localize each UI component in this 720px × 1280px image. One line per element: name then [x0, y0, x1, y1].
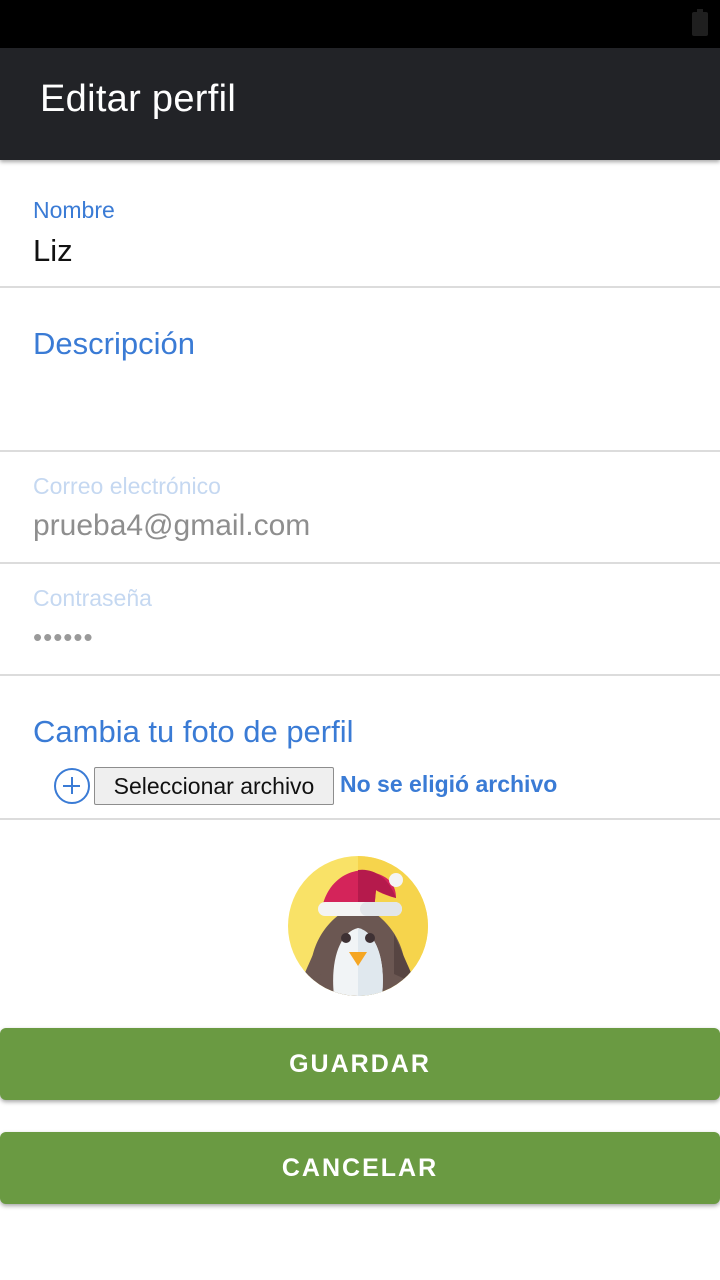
- photo-label: Cambia tu foto de perfil: [33, 714, 354, 749]
- name-field[interactable]: Nombre Liz: [0, 160, 720, 288]
- photo-upload-section: Cambia tu foto de perfil Seleccionar arc…: [0, 676, 720, 820]
- select-file-button[interactable]: Seleccionar archivo: [94, 767, 334, 805]
- name-label: Nombre: [33, 197, 115, 223]
- password-input: ••••••: [33, 622, 94, 652]
- email-input: prueba4@gmail.com: [33, 509, 311, 542]
- page-title: Editar perfil: [40, 78, 237, 120]
- add-circle-icon[interactable]: [54, 768, 90, 804]
- description-label: Descripción: [33, 326, 195, 361]
- email-label: Correo electrónico: [33, 473, 221, 499]
- battery-icon: [692, 9, 708, 36]
- name-input[interactable]: Liz: [33, 233, 73, 269]
- password-field: Contraseña ••••••: [0, 564, 720, 676]
- description-field[interactable]: Descripción: [0, 288, 720, 452]
- cancel-button[interactable]: CANCELAR: [0, 1132, 720, 1204]
- status-bar: [0, 0, 720, 48]
- password-label: Contraseña: [33, 585, 152, 611]
- save-button[interactable]: GUARDAR: [0, 1028, 720, 1100]
- email-field: Correo electrónico prueba4@gmail.com: [0, 452, 720, 564]
- penguin-avatar-icon: [288, 856, 428, 996]
- app-bar: Editar perfil: [0, 48, 720, 160]
- file-status: No se eligió archivo: [340, 771, 558, 797]
